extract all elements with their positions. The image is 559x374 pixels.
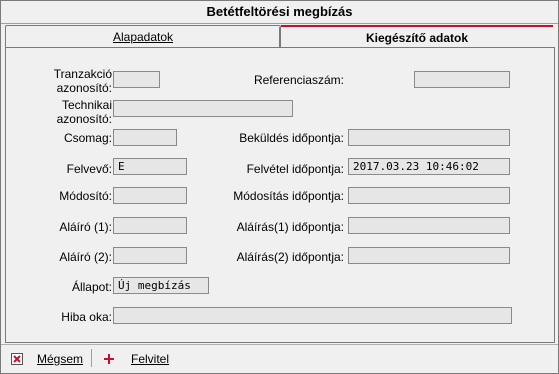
felvevo-label: Felvevő: — [66, 162, 112, 176]
bekuldes-label: Beküldés időpontja: — [239, 131, 344, 145]
felvetel-label: Felvétel időpontja: — [246, 162, 344, 176]
alairo2-field[interactable] — [113, 247, 187, 264]
technikai-label-line1: Technikai — [61, 98, 112, 112]
plus-icon — [103, 353, 115, 365]
felvevo-field[interactable]: E — [113, 158, 187, 175]
hiba-oka-field[interactable] — [113, 307, 512, 324]
tab-kiegeszito-adatok[interactable]: Kiegészítő adatok — [279, 25, 553, 49]
referencia-label: Referenciaszám: — [253, 73, 344, 87]
tranzakcio-azonosito-field[interactable] — [113, 71, 160, 88]
tranzakcio-label: Tranzakció azonosító: — [26, 67, 112, 95]
csomag-field[interactable] — [113, 129, 177, 146]
hiba-label: Hiba oka: — [61, 310, 112, 324]
save-button-label: Felvitel — [131, 352, 170, 366]
felvetel-idopontja-field[interactable]: 2017.03.23 10:46:02 — [348, 158, 510, 175]
alairas1-label: Aláírás(1) időpontja: — [236, 220, 344, 234]
modositas-idopontja-field[interactable] — [348, 187, 510, 204]
tab-panel: Tranzakció azonosító: Referenciaszám: Te… — [5, 47, 555, 343]
save-button[interactable]: Felvitel — [103, 351, 169, 367]
csomag-label: Csomag: — [63, 131, 112, 145]
cancel-button-label: Mégsem — [37, 352, 84, 366]
tab-kiegeszito-label: Kiegészítő adatok — [365, 31, 469, 45]
tranzakcio-label-line1: Tranzakció — [53, 67, 112, 81]
referenciaszam-field[interactable] — [414, 71, 510, 88]
alairo1-field[interactable] — [113, 217, 187, 234]
alairas2-idopontja-field[interactable] — [348, 247, 510, 264]
alairas2-label: Aláírás(2) időpontja: — [236, 250, 344, 264]
toolbar-separator — [91, 349, 92, 367]
allapot-label: Állapot: — [71, 280, 112, 294]
bekuldes-idopontja-field[interactable] — [348, 129, 510, 146]
modosito-field[interactable] — [113, 187, 187, 204]
alairo2-label: Aláíró (2): — [59, 250, 112, 264]
window-title: Betétfeltörési megbízás — [1, 1, 558, 24]
alairas1-idopontja-field[interactable] — [348, 217, 510, 234]
technikai-label: Technikai azonosító: — [26, 98, 112, 126]
tab-alapadatok-label: Alapadatok — [112, 30, 174, 44]
cancel-button[interactable]: Mégsem — [11, 351, 83, 367]
close-icon — [11, 353, 23, 365]
technikai-label-line2: azonosító: — [56, 112, 112, 126]
tab-alapadatok[interactable]: Alapadatok — [5, 25, 281, 48]
bottom-toolbar: Mégsem Felvitel — [1, 344, 558, 373]
alairo1-label: Aláíró (1): — [59, 220, 112, 234]
dialog-window: Betétfeltörési megbízás Alapadatok Kiegé… — [0, 0, 559, 374]
modosito-label: Módosító: — [59, 189, 112, 203]
technikai-azonosito-field[interactable] — [113, 100, 293, 117]
modositas-label: Módosítás időpontja: — [233, 189, 344, 203]
tranzakcio-label-line2: azonosító: — [56, 81, 112, 95]
allapot-field[interactable]: Új megbízás — [113, 277, 209, 294]
